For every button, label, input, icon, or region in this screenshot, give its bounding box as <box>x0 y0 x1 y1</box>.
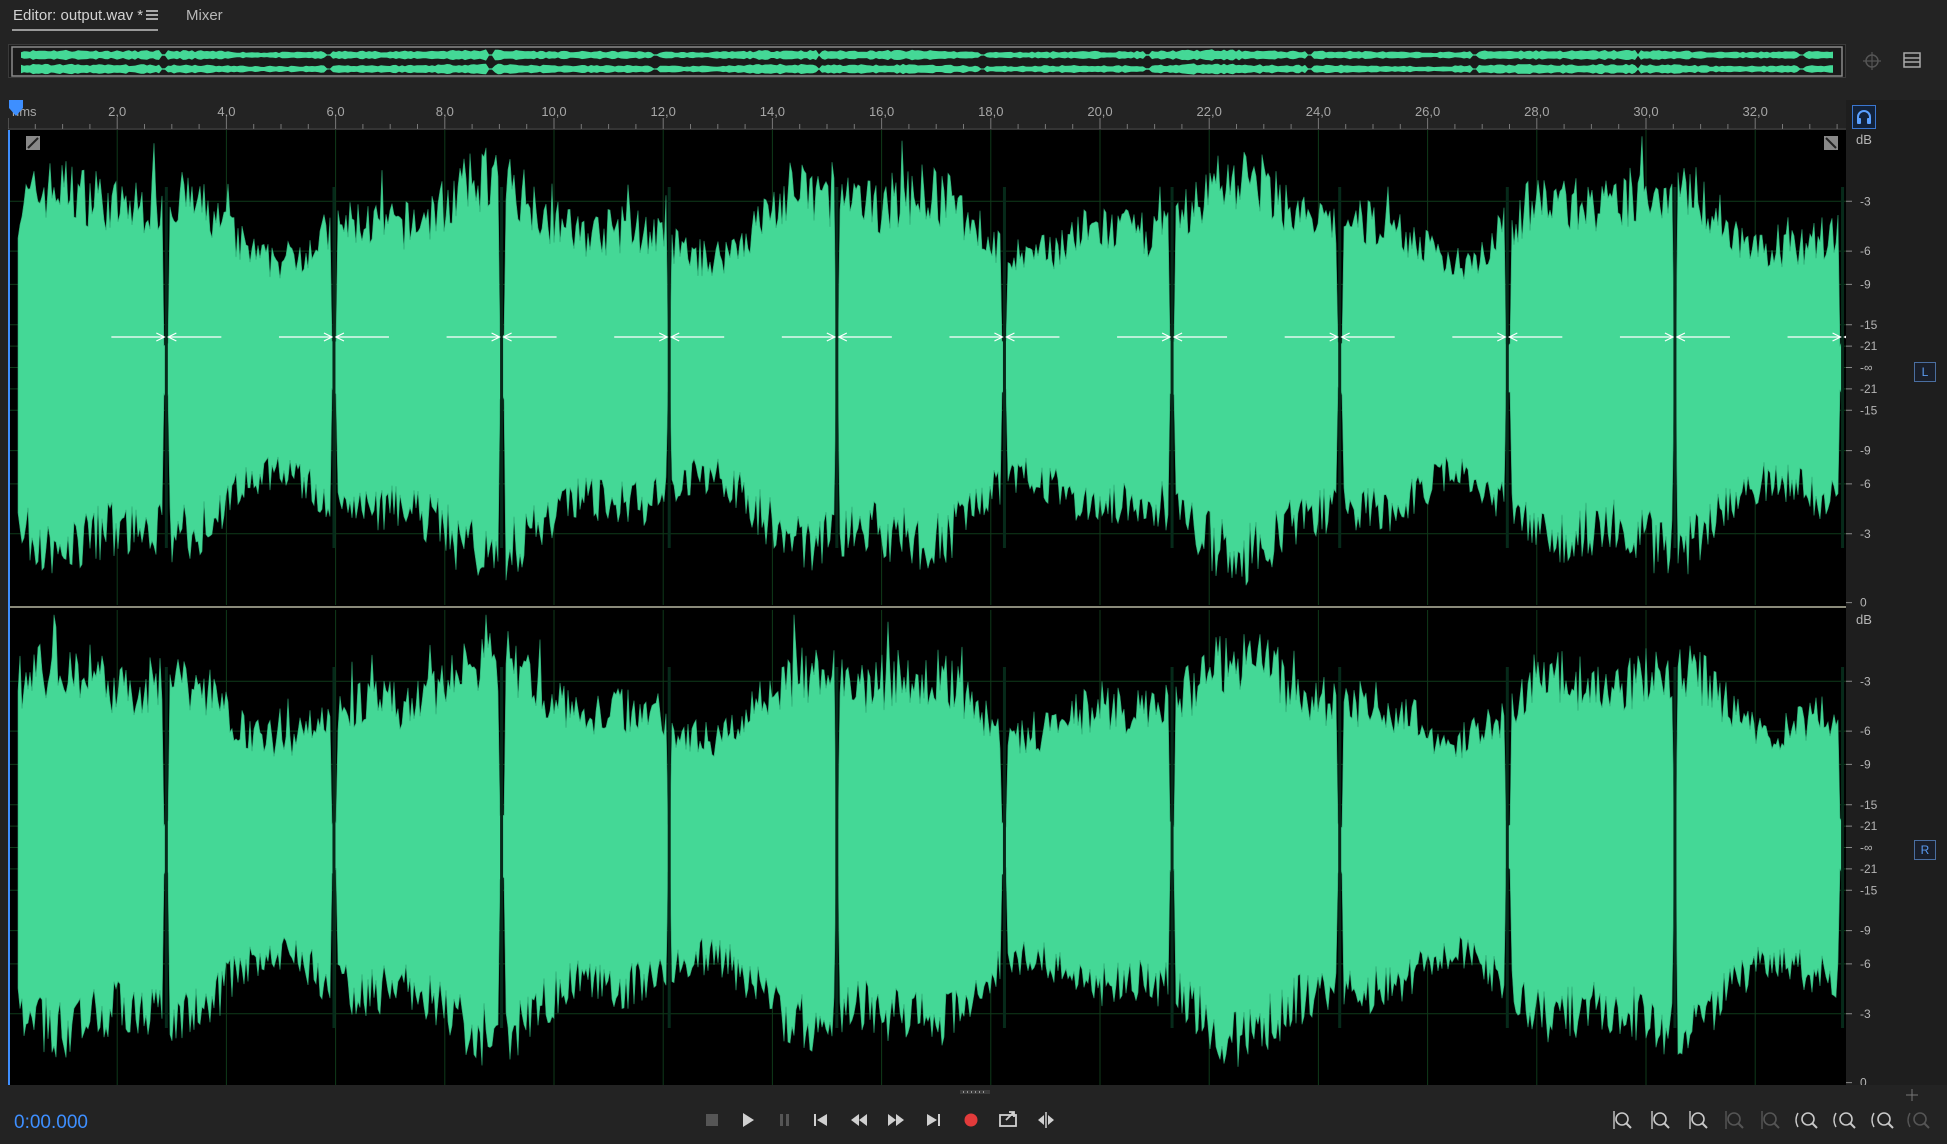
fade-out-handle[interactable] <box>1824 136 1838 150</box>
zoom-in-amplitude-icon[interactable] <box>1613 1111 1632 1129</box>
ruler-tick-label: 10,0 <box>541 104 566 119</box>
zoom-full-icon[interactable] <box>1795 1112 1818 1129</box>
ruler-tick-label: 12,0 <box>651 104 676 119</box>
corner-resize-icon[interactable] <box>1906 1089 1918 1101</box>
db-tick-label: -21 <box>1860 382 1878 396</box>
ruler-tick-label: 2,0 <box>108 104 126 119</box>
ruler-tick-label: 32,0 <box>1743 104 1768 119</box>
zoom-reset-icon[interactable] <box>1761 1111 1780 1129</box>
ruler-tick-label: 8,0 <box>436 104 454 119</box>
fast-forward-button[interactable] <box>888 1114 904 1126</box>
channel-label-left[interactable]: L <box>1914 362 1936 382</box>
zoom-in-time-icon[interactable] <box>1689 1111 1708 1129</box>
db-tick-label: 0 <box>1860 596 1867 610</box>
zoom-in-icon[interactable] <box>1833 1112 1856 1129</box>
go-to-start-button[interactable] <box>814 1114 827 1126</box>
db-tick-label: -9 <box>1860 757 1871 771</box>
ruler-tick-label: 6,0 <box>327 104 345 119</box>
waveform-channel-left[interactable] <box>8 130 1846 605</box>
db-scale-title: dB <box>1856 132 1872 147</box>
db-tick-label: -9 <box>1860 277 1871 291</box>
ruler-tick-label: 14,0 <box>760 104 785 119</box>
tab-editor[interactable]: Editor: output.wav * <box>13 7 143 24</box>
hamburger-menu-icon[interactable] <box>146 10 158 21</box>
play-button[interactable] <box>743 1113 754 1127</box>
ruler-tick-label: 22,0 <box>1197 104 1222 119</box>
waveform-editor[interactable] <box>8 130 1898 1085</box>
ruler-tick-label: 18,0 <box>978 104 1003 119</box>
db-tick-label: 0 <box>1860 1076 1867 1085</box>
headphones-icon[interactable] <box>1852 105 1876 129</box>
db-tick-label: -9 <box>1860 444 1871 458</box>
channel-label-right[interactable]: R <box>1914 840 1936 860</box>
db-tick-label: -6 <box>1860 724 1871 738</box>
ruler-tick-label: 16,0 <box>869 104 894 119</box>
active-tab-indicator <box>12 29 158 31</box>
zoom-target-icon[interactable] <box>1863 52 1881 70</box>
db-tick-label: -21 <box>1860 339 1878 353</box>
pause-button[interactable] <box>780 1114 789 1126</box>
record-button[interactable] <box>964 1113 978 1127</box>
fade-in-handle[interactable] <box>26 136 40 150</box>
db-tick-label: -∞ <box>1860 841 1873 855</box>
db-tick-label: -15 <box>1860 318 1878 332</box>
ruler-tick-label: 28,0 <box>1524 104 1549 119</box>
tab-bar: Editor: output.wav * Mixer <box>0 0 1947 34</box>
rewind-button[interactable] <box>851 1114 867 1126</box>
overview-waveform-graphic <box>11 46 1843 77</box>
zoom-out-time-icon[interactable] <box>1725 1111 1744 1129</box>
loop-export-button[interactable] <box>999 1111 1017 1127</box>
db-tick-label: -15 <box>1860 798 1878 812</box>
ruler-tick-label: 26,0 <box>1415 104 1440 119</box>
ruler-tick-label: 24,0 <box>1306 104 1331 119</box>
zoom-out-icon[interactable] <box>1871 1112 1894 1129</box>
db-tick-label: -3 <box>1860 674 1871 688</box>
db-tick-label: -15 <box>1860 403 1878 417</box>
db-scale-panel: dB -3 -6 -9 -15 -21 -∞ -21 -15 -9 -6 -3 0 dB -3 -6 -9 -15… <box>1846 100 1947 1085</box>
panel-list-icon[interactable] <box>1903 52 1921 68</box>
ruler-tick-label: 20,0 <box>1087 104 1112 119</box>
db-tick-label: -∞ <box>1860 361 1873 375</box>
db-tick-label: -21 <box>1860 819 1878 833</box>
db-tick-label: -6 <box>1860 244 1871 258</box>
transport-bar: 0:00.000 <box>0 1085 1947 1144</box>
db-tick-label: -3 <box>1860 527 1871 541</box>
db-tick-label: -3 <box>1860 194 1871 208</box>
db-tick-label: -3 <box>1860 1007 1871 1021</box>
db-scale-title: dB <box>1856 612 1872 627</box>
db-tick-label: -6 <box>1860 957 1871 971</box>
ruler-tick-label: 4,0 <box>217 104 235 119</box>
db-tick-label: -21 <box>1860 862 1878 876</box>
zoom-out-amplitude-icon[interactable] <box>1651 1111 1670 1129</box>
skip-selection-button[interactable] <box>1038 1112 1054 1128</box>
time-ruler[interactable]: hms 2,0 4,0 6,0 8,0 10,0 12,0 14,0 16,0 18,0 20,0 2… <box>7 100 1846 130</box>
db-tick-label: -9 <box>1860 924 1871 938</box>
zoom-selection-icon[interactable] <box>1907 1112 1930 1129</box>
go-to-end-button[interactable] <box>927 1114 940 1126</box>
waveform-channel-right[interactable] <box>8 610 1846 1085</box>
db-tick-label: -15 <box>1860 883 1878 897</box>
tab-mixer[interactable]: Mixer <box>186 7 223 24</box>
overview-waveform[interactable] <box>8 44 1846 78</box>
ruler-tick-label: 30,0 <box>1633 104 1658 119</box>
db-tick-label: -6 <box>1860 477 1871 491</box>
stop-button[interactable] <box>706 1114 718 1126</box>
